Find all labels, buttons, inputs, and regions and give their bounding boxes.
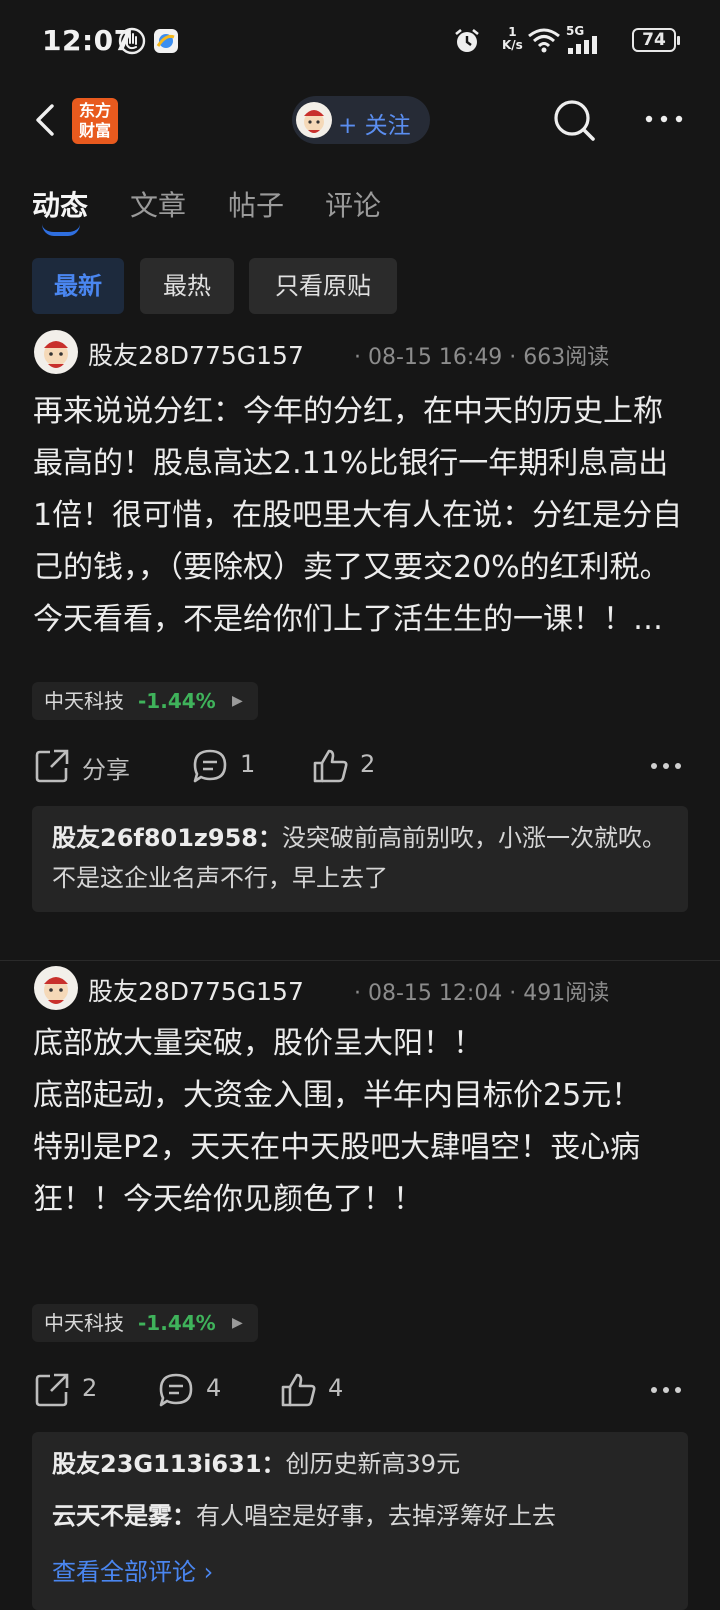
active-tab-indicator: [42, 224, 80, 236]
post-meta: · 08-15 12:04 · 491阅读: [354, 981, 610, 1006]
more-options-icon[interactable]: [644, 114, 684, 124]
signal-icon: [568, 36, 597, 54]
stock-tag[interactable]: 中天科技 -1.44% ▶: [32, 682, 258, 720]
tab-dynamics[interactable]: 动态: [32, 184, 88, 224]
like-count: 2: [360, 750, 376, 778]
hand-icon: [118, 27, 146, 55]
view-all-comments-link[interactable]: 查看全部评论 ›: [52, 1552, 213, 1587]
back-arrow-icon[interactable]: [30, 100, 66, 140]
stock-name: 中天科技: [44, 1311, 124, 1335]
net-speed: 1 K/s: [502, 26, 523, 52]
alarm-icon: [455, 28, 479, 52]
tab-articles[interactable]: 文章: [130, 184, 186, 224]
app-notification-icon: [154, 29, 178, 53]
status-bar: 12:07 1 K/s 5G 74: [0, 0, 720, 84]
post-more-icon[interactable]: [650, 1386, 682, 1394]
comment-icon: [193, 749, 227, 783]
content-tabs: 动态 文章 帖子 评论: [0, 174, 720, 236]
filter-latest[interactable]: 最新: [32, 258, 124, 314]
battery-indicator: 74: [632, 28, 680, 52]
comment-item: 股友26f801z958：没突破前高前别吹，小涨一次就吹。不是这企业名声不行，早…: [52, 818, 672, 898]
stock-change: -1.44%: [138, 689, 216, 713]
post-author[interactable]: 股友28D775G157: [88, 336, 304, 372]
post-actions: 分享 1 2: [0, 744, 720, 788]
comment-author: 股友23G113i631：: [52, 1450, 286, 1478]
like-button[interactable]: 2: [312, 744, 392, 788]
post-more-icon[interactable]: [650, 762, 682, 770]
post-header: 股友28D775G157 · 08-15 16:49 · 663阅读: [34, 330, 694, 376]
follow-avatar: [296, 102, 332, 138]
filter-original-only[interactable]: 只看原贴: [249, 258, 397, 314]
post-card: 股友28D775G157 · 08-15 12:04 · 491阅读 底部放大量…: [0, 966, 720, 1610]
logo-line-1: 东方: [78, 101, 111, 120]
triangle-right-icon: ▶: [232, 693, 243, 709]
comment-author: 云天不是雾：: [52, 1502, 196, 1530]
share-icon: [35, 749, 69, 783]
comment-button[interactable]: 1: [192, 744, 272, 788]
filter-bar: 最新 最热 只看原贴: [0, 258, 720, 316]
comment-button[interactable]: 4: [158, 1368, 238, 1412]
logo-line-2: 财富: [78, 121, 111, 140]
net-speed-unit: K/s: [502, 38, 523, 52]
share-button[interactable]: 分享: [34, 744, 144, 788]
filter-hottest[interactable]: 最热: [140, 258, 234, 314]
comment-item: 股友23G113i631：创历史新高39元: [52, 1444, 672, 1484]
share-icon: [35, 1373, 69, 1407]
user-avatar-icon: [44, 977, 68, 1004]
comment-preview[interactable]: 股友23G113i631：创历史新高39元 云天不是雾：有人唱空是好事，去掉浮筹…: [32, 1432, 688, 1610]
comment-text: 有人唱空是好事，去掉浮筹好上去: [196, 1502, 556, 1530]
share-button[interactable]: 2: [34, 1368, 114, 1412]
share-count: 2: [82, 1374, 98, 1402]
comment-author: 股友26f801z958：: [52, 824, 283, 852]
post-divider: [0, 960, 720, 961]
thumbs-up-icon: [313, 749, 348, 783]
comment-item: 云天不是雾：有人唱空是好事，去掉浮筹好上去: [52, 1496, 672, 1536]
user-avatar-icon: [44, 341, 68, 368]
stock-name: 中天科技: [44, 689, 124, 713]
follow-button[interactable]: + 关注: [292, 96, 430, 144]
comment-count: 4: [206, 1374, 222, 1402]
stock-change: -1.44%: [138, 1311, 216, 1335]
triangle-right-icon: ▶: [232, 1315, 243, 1331]
follow-label: + 关注: [338, 113, 411, 139]
comment-count: 1: [240, 750, 256, 778]
comment-preview[interactable]: 股友26f801z958：没突破前高前别吹，小涨一次就吹。不是这企业名声不行，早…: [32, 806, 688, 912]
post-card: 股友28D775G157 · 08-15 16:49 · 663阅读 再来说说分…: [0, 330, 720, 930]
post-header: 股友28D775G157 · 08-15 12:04 · 491阅读: [34, 966, 694, 1012]
comment-icon: [159, 1373, 193, 1407]
post-meta: · 08-15 16:49 · 663阅读: [354, 345, 610, 370]
share-label: 分享: [82, 756, 130, 784]
post-content[interactable]: 再来说说分红：今年的分红，在中天的历史上称最高的！股息高达2.11%比银行一年期…: [33, 386, 683, 646]
post-author[interactable]: 股友28D775G157: [88, 972, 304, 1008]
like-count: 4: [328, 1374, 344, 1402]
avatar[interactable]: [34, 330, 78, 374]
tab-comments[interactable]: 评论: [325, 184, 381, 224]
mascot-avatar-icon: [304, 110, 324, 133]
app-logo: 东方 财富: [72, 98, 118, 144]
top-navigation: 东方 财富 + 关注: [0, 84, 720, 154]
wifi-icon: [528, 28, 560, 53]
search-icon[interactable]: [552, 98, 596, 142]
tab-posts[interactable]: 帖子: [228, 184, 284, 224]
stock-tag[interactable]: 中天科技 -1.44% ▶: [32, 1304, 258, 1342]
like-button[interactable]: 4: [280, 1368, 360, 1412]
comment-text: 创历史新高39元: [285, 1450, 461, 1478]
post-content[interactable]: 底部放大量突破，股价呈大阳！！ 底部起动，大资金入围，半年内目标价25元！ 特别…: [33, 1018, 683, 1226]
thumbs-up-icon: [281, 1373, 316, 1407]
avatar[interactable]: [34, 966, 78, 1010]
post-actions: 2 4 4: [0, 1368, 720, 1412]
